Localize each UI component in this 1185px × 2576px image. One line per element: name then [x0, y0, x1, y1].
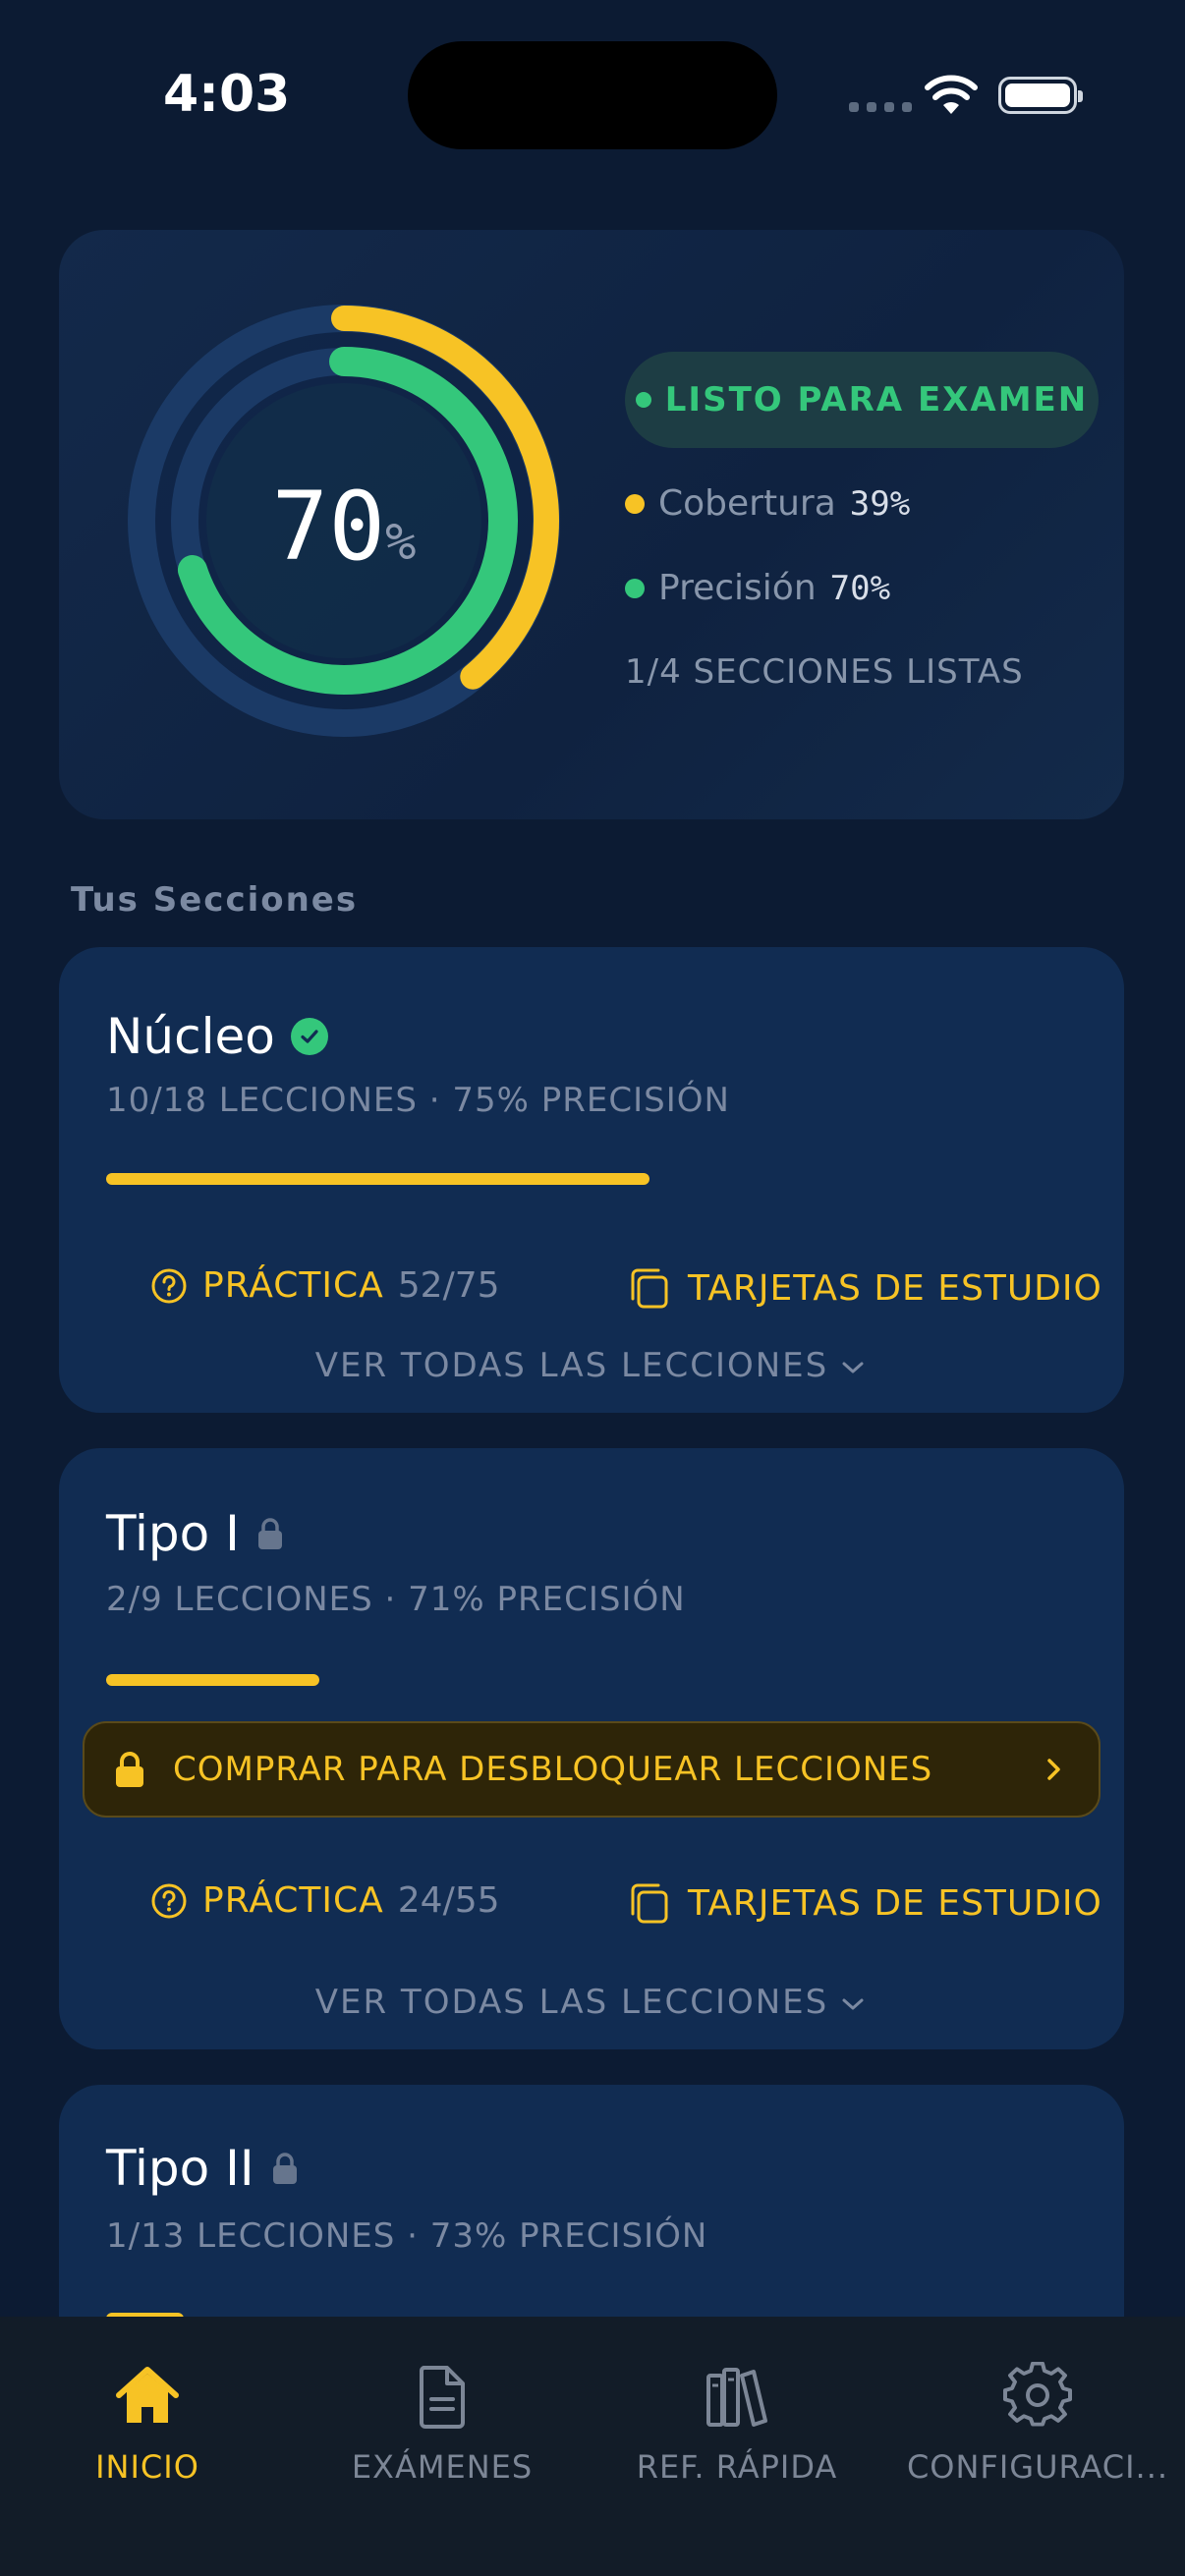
practice-count: 52/75: [397, 1265, 500, 1306]
tab-ref-rapida[interactable]: REF. RÁPIDA: [590, 2362, 884, 2486]
practice-button[interactable]: PRÁCTICA 52/75: [149, 1265, 500, 1306]
status-bar: 4:03: [0, 0, 1185, 196]
document-icon: [419, 2366, 465, 2429]
practice-label: PRÁCTICA: [202, 1880, 384, 1921]
section-subtitle: 10/18 LECCIONES · 75% PRECISIÓN: [106, 1081, 730, 1120]
lock-icon: [257, 1518, 282, 1549]
view-all-label: VER TODAS LAS LECCIONES: [314, 1983, 829, 2022]
flashcards-icon: [631, 1268, 668, 1309]
tab-label: EXÁMENES: [351, 2448, 534, 2486]
sections-heading: Tus Secciones: [71, 880, 359, 920]
accuracy-label: Precisión: [658, 568, 817, 608]
tab-examenes[interactable]: EXÁMENES: [295, 2362, 590, 2486]
gear-icon: [1003, 2362, 1072, 2427]
view-all-lessons-button[interactable]: VER TODAS LAS LECCIONES: [59, 1346, 1124, 1385]
status-time: 4:03: [163, 65, 291, 124]
flashcards-button[interactable]: TARJETAS DE ESTUDIO: [629, 1880, 1102, 1926]
section-progress-bar: [106, 1173, 649, 1185]
chevron-down-icon: [842, 1362, 864, 1372]
flashcards-icon: [631, 1883, 668, 1924]
tab-label: REF. RÁPIDA: [636, 2448, 838, 2486]
bottom-tab-bar: INICIO EXÁMENES REF. RÁPIDA CONFIGURACI.…: [0, 2317, 1185, 2576]
cellular-signal-icon: [849, 102, 912, 112]
section-title: Tipo I: [106, 1505, 285, 1562]
section-subtitle: 2/9 LECCIONES · 71% PRECISIÓN: [106, 1580, 686, 1619]
section-title-text: Núcleo: [106, 1008, 275, 1065]
readiness-ring: 70%: [108, 285, 580, 756]
tab-inicio[interactable]: INICIO: [0, 2362, 295, 2486]
section-title: Tipo II: [106, 2140, 300, 2197]
practice-count: 24/55: [397, 1880, 500, 1921]
chevron-down-icon: [842, 1998, 864, 2009]
tab-label: CONFIGURACI...: [906, 2448, 1169, 2486]
wifi-icon: [925, 75, 978, 114]
view-all-label: VER TODAS LAS LECCIONES: [314, 1346, 829, 1385]
section-title-text: Tipo I: [106, 1505, 240, 1562]
practice-button[interactable]: PRÁCTICA 24/55: [149, 1880, 500, 1921]
dynamic-island: [408, 41, 777, 149]
purchase-unlock-banner[interactable]: COMPRAR PARA DESBLOQUEAR LECCIONES: [83, 1721, 1100, 1818]
coverage-value: 39%: [849, 483, 911, 524]
check-icon: [290, 1018, 328, 1055]
exam-ready-label: LISTO PARA EXAMEN: [664, 380, 1089, 420]
ready-dot: [635, 392, 651, 408]
sections-ready-count: 1/4 SECCIONES LISTAS: [625, 652, 1024, 692]
purchase-unlock-label: COMPRAR PARA DESBLOQUEAR LECCIONES: [173, 1750, 933, 1789]
tab-configuracion[interactable]: CONFIGURACI...: [890, 2362, 1185, 2486]
practice-label: PRÁCTICA: [202, 1265, 384, 1306]
flashcards-label: TARJETAS DE ESTUDIO: [688, 1882, 1102, 1924]
section-title: Núcleo: [106, 1008, 328, 1065]
readiness-percentage: 70%: [108, 472, 580, 582]
tab-label: INICIO: [95, 2448, 199, 2486]
home-icon: [116, 2367, 179, 2423]
flashcards-button[interactable]: TARJETAS DE ESTUDIO: [629, 1265, 1102, 1311]
chevron-right-icon: [1047, 1759, 1060, 1780]
section-progress-bar: [106, 1674, 319, 1686]
question-circle-icon: [151, 1268, 187, 1303]
coverage-stat: Cobertura 39%: [625, 483, 910, 524]
books-icon: [706, 2368, 767, 2427]
readiness-value: 70: [271, 472, 386, 582]
section-title-text: Tipo II: [106, 2140, 254, 2197]
coverage-label: Cobertura: [658, 483, 836, 524]
flashcards-label: TARJETAS DE ESTUDIO: [688, 1267, 1102, 1309]
exam-ready-badge: LISTO PARA EXAMEN: [625, 352, 1099, 448]
battery-icon: [998, 77, 1083, 114]
accuracy-dot: [625, 578, 645, 598]
lock-icon: [116, 1752, 143, 1787]
readiness-percent-symbol: %: [385, 513, 417, 572]
accuracy-value: 70%: [829, 568, 891, 608]
lock-icon: [272, 2153, 297, 2184]
view-all-lessons-button[interactable]: VER TODAS LAS LECCIONES: [59, 1983, 1124, 2022]
accuracy-stat: Precisión 70%: [625, 568, 890, 608]
section-subtitle: 1/13 LECCIONES · 73% PRECISIÓN: [106, 2216, 708, 2256]
section-card-nucleo[interactable]: Núcleo 10/18 LECCIONES · 75% PRECISIÓN P…: [59, 947, 1124, 1413]
question-circle-icon: [151, 1883, 187, 1918]
section-card-tipo-1[interactable]: Tipo I 2/9 LECCIONES · 71% PRECISIÓN COM…: [59, 1448, 1124, 2049]
coverage-dot: [625, 493, 645, 514]
